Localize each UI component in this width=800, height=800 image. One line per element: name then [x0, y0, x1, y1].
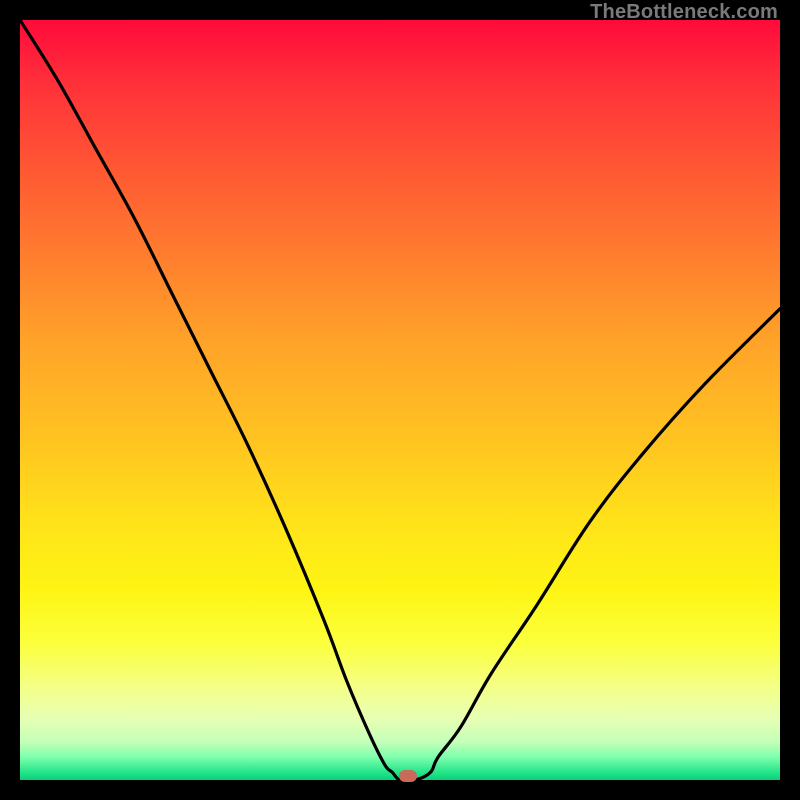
watermark-text: TheBottleneck.com	[590, 1, 778, 24]
bottleneck-curve	[20, 20, 780, 780]
chart-frame: TheBottleneck.com	[0, 0, 800, 800]
optimal-marker	[399, 770, 417, 782]
curve-path	[20, 20, 780, 780]
